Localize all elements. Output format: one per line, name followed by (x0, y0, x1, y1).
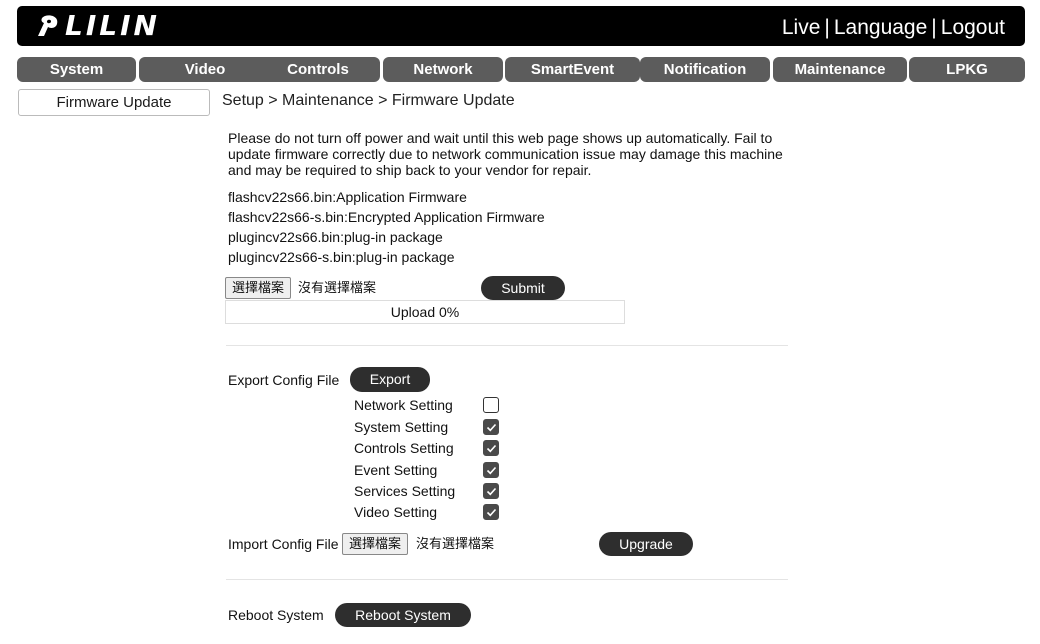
breadcrumb: Setup > Maintenance > Firmware Update (222, 92, 515, 109)
firmware-warning-text: Please do not turn off power and wait un… (228, 130, 783, 178)
export-option-label-services-setting: Services Setting (354, 483, 456, 499)
tab-video[interactable]: Video (139, 57, 271, 82)
firmware-file-info: plugincv22s66.bin:plug-in package (228, 229, 443, 245)
checkmark-icon (486, 466, 497, 475)
checkmark-icon (486, 444, 497, 453)
upload-progress-text: Upload 0% (390, 304, 460, 320)
tab-controls[interactable]: Controls (256, 57, 380, 82)
tab-maintenance[interactable]: Maintenance (773, 57, 907, 82)
tab-lpkg[interactable]: LPKG (909, 57, 1025, 82)
export-option-label-event-setting: Event Setting (354, 462, 438, 478)
firmware-no-file-text: 沒有選擇檔案 (298, 280, 377, 295)
submit-button[interactable]: Submit (481, 276, 565, 300)
firmware-choose-file-button[interactable]: 選擇檔案 (225, 277, 292, 299)
top-links: Live | Language | Logout (782, 14, 1005, 42)
lilin-logo: LILIN (35, 10, 160, 42)
export-option-checkbox-controls-setting[interactable] (483, 440, 499, 456)
export-option-checkbox-services-setting[interactable] (483, 483, 499, 499)
export-option-label-video-setting: Video Setting (354, 504, 438, 520)
firmware-file-info: flashcv22s66-s.bin:Encrypted Application… (228, 209, 545, 225)
export-option-checkbox-event-setting[interactable] (483, 462, 499, 478)
checkmark-icon (486, 508, 497, 517)
firmware-file-info: flashcv22s66.bin:Application Firmware (228, 189, 467, 205)
reboot-system-label: Reboot System (228, 607, 324, 623)
export-option-label-controls-setting: Controls Setting (354, 440, 454, 456)
sidebar-item-firmware-update[interactable]: Firmware Update (18, 89, 210, 116)
export-config-label: Export Config File (228, 372, 340, 388)
logo-text: LILIN (65, 9, 160, 42)
tab-notification[interactable]: Notification (640, 57, 770, 82)
export-button[interactable]: Export (350, 367, 430, 392)
checkmark-icon (486, 487, 497, 496)
export-option-checkbox-video-setting[interactable] (483, 504, 499, 520)
top-bar: LILIN Live | Language | Logout (17, 6, 1025, 46)
export-option-label-network-setting: Network Setting (354, 397, 453, 413)
import-choose-file-button[interactable]: 選擇檔案 (342, 533, 409, 555)
import-config-label: Import Config File (228, 536, 339, 552)
tab-network[interactable]: Network (383, 57, 503, 82)
language-link[interactable]: Language (834, 16, 927, 39)
section-divider (226, 345, 788, 346)
section-divider (226, 579, 788, 580)
link-separator: | (931, 16, 937, 39)
link-separator: | (824, 16, 830, 39)
logout-link[interactable]: Logout (941, 16, 1005, 39)
export-option-checkbox-system-setting[interactable] (483, 419, 499, 435)
main-nav: System Video Controls Network SmartEvent… (17, 57, 1025, 82)
export-option-checkbox-network-setting[interactable] (483, 397, 499, 413)
tab-system[interactable]: System (17, 57, 136, 82)
tab-smartevent[interactable]: SmartEvent (505, 57, 640, 82)
live-link[interactable]: Live (782, 16, 821, 39)
checkmark-icon (486, 423, 497, 432)
export-option-label-system-setting: System Setting (354, 419, 449, 435)
logo-mark-icon (35, 13, 63, 39)
firmware-file-info: plugincv22s66-s.bin:plug-in package (228, 249, 455, 265)
reboot-system-button[interactable]: Reboot System (335, 603, 471, 627)
upgrade-button[interactable]: Upgrade (599, 532, 693, 556)
upload-progress-bar: Upload 0% (225, 300, 625, 324)
import-no-file-text: 沒有選擇檔案 (416, 536, 495, 551)
